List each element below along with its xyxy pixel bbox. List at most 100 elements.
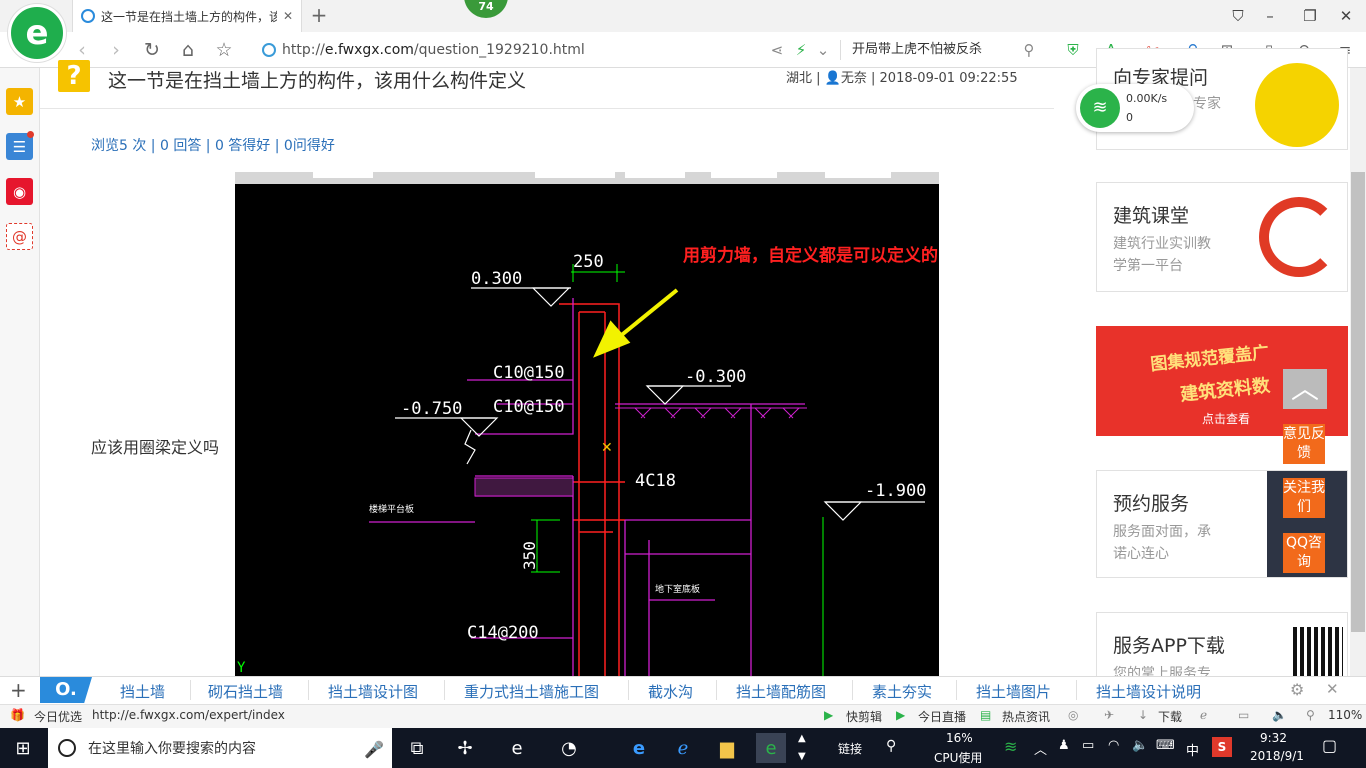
dim-250: 250	[573, 252, 604, 272]
zoom-level[interactable]: 110%	[1328, 708, 1362, 722]
keyword-link[interactable]: 素土夯实	[872, 681, 932, 702]
question-stats[interactable]: 浏览5 次 | 0 回答 | 0 答得好 | 0问得好	[91, 135, 335, 155]
elev-top: 0.300	[471, 269, 522, 289]
keyword-link[interactable]: 挡土墙设计图	[328, 681, 418, 702]
window-icon[interactable]: ▭	[1238, 708, 1249, 722]
keyword-link[interactable]: 挡土墙设计说明	[1096, 681, 1201, 702]
clock-time[interactable]: 9:32	[1260, 731, 1287, 745]
live-link[interactable]: 今日直播	[918, 708, 966, 725]
person-icon[interactable]: ⚲	[886, 738, 896, 754]
refresh-icon[interactable]: ↻	[140, 38, 164, 62]
keyword-link[interactable]: 挡土墙配筋图	[736, 681, 826, 702]
keyword-link[interactable]: 挡土墙图片	[976, 681, 1051, 702]
speed-icon[interactable]: ◎	[1068, 708, 1078, 722]
globe-icon	[262, 43, 276, 57]
ie-taskbar-icon[interactable]: ℯ	[668, 733, 698, 763]
notification-icon[interactable]: ▢	[1322, 736, 1337, 755]
wifi-icon: ≋	[1080, 88, 1120, 128]
qq-button[interactable]: QQ咨询	[1283, 533, 1325, 573]
url-bar[interactable]: http://e.fwxgx.com/question_1929210.html	[262, 38, 762, 62]
region[interactable]: 湖北	[786, 71, 812, 86]
tray-chevron-icon[interactable]: ︿	[1034, 739, 1047, 758]
search-logo-icon[interactable]: O.	[40, 677, 92, 703]
add-icon[interactable]: +	[10, 678, 27, 702]
question-icon: ?	[58, 60, 90, 92]
microphone-icon[interactable]: 🎤	[364, 740, 384, 759]
volume-tray-icon[interactable]: 🔈	[1132, 738, 1148, 753]
edge-icon[interactable]: e	[624, 733, 654, 763]
back-to-top-button[interactable]: ︿	[1283, 369, 1327, 409]
home-icon[interactable]: ⌂	[176, 38, 200, 62]
search-input[interactable]: 开局带上虎不怕被反杀	[852, 38, 1042, 62]
feedback-button[interactable]: 意见反馈	[1283, 424, 1325, 464]
keyword-link[interactable]: 截水沟	[648, 681, 693, 702]
network-icon[interactable]: ◠	[1108, 738, 1119, 753]
banner-button[interactable]: 点击查看	[1202, 410, 1250, 427]
tray-person-icon[interactable]: ♟	[1058, 738, 1070, 753]
windows-start-icon[interactable]: ⊞	[8, 733, 38, 763]
bell-app-icon[interactable]: ◔	[554, 733, 584, 763]
live-icon: ▶	[896, 708, 906, 722]
tab-close-icon[interactable]: ✕	[283, 9, 293, 23]
browser-logo[interactable]: e	[8, 4, 66, 62]
battery-icon[interactable]: ▭	[1082, 738, 1094, 753]
task-view-icon[interactable]: ⧉	[402, 733, 432, 763]
ie-icon[interactable]: ℯ	[1200, 708, 1207, 722]
kuaijian-link[interactable]: 快剪辑	[846, 708, 882, 725]
taskbar-scroll[interactable]: ▲ ▼	[798, 730, 806, 766]
news-link[interactable]: 热点资讯	[1002, 708, 1050, 725]
settings-gear-icon[interactable]: ⚙	[1290, 680, 1304, 699]
taskbar-search[interactable]: 在这里输入你要搜索的内容	[48, 728, 392, 768]
favorite-star-icon[interactable]: ☆	[212, 38, 236, 62]
app-card[interactable]: 服务APP下载 您的掌上服务专	[1096, 612, 1348, 682]
fan-app-icon[interactable]: ✢	[450, 733, 480, 763]
keyword-close-icon[interactable]: ✕	[1326, 680, 1339, 698]
explorer-icon[interactable]: ▆	[712, 733, 742, 763]
shield-icon[interactable]: ⛨	[1062, 38, 1084, 62]
zoom-icon[interactable]: ⚲	[1306, 708, 1315, 722]
question-title: 这一节是在挡土墙上方的构件，该用什么构件定义	[108, 70, 527, 92]
scrollbar-thumb[interactable]	[1351, 172, 1365, 632]
course-card[interactable]: 建筑课堂 建筑行业实训教 学第一平台	[1096, 182, 1348, 292]
email-icon[interactable]: @	[6, 223, 33, 250]
minimize-icon[interactable]: –	[1258, 4, 1282, 28]
keyword-link[interactable]: 砌石挡土墙	[208, 681, 283, 702]
course-title: 建筑课堂	[1113, 205, 1190, 227]
rebar-2: C10@150	[493, 397, 565, 417]
back-icon[interactable]: ‹	[70, 38, 94, 62]
edge-app-icon[interactable]: e	[502, 733, 532, 763]
browser-tab[interactable]: 这一节是在挡土墙上方的构件，该 ✕	[72, 0, 302, 32]
clock-date[interactable]: 2018/9/1	[1250, 749, 1304, 763]
banner-line-1: 图集规范覆盖广	[1149, 342, 1270, 376]
today-picks[interactable]: 今日优选	[34, 708, 82, 725]
new-tab-button[interactable]: +	[308, 4, 330, 26]
wifi-widget[interactable]: ≋ 0.00K/s 0	[1076, 84, 1194, 132]
follow-button[interactable]: 关注我们	[1283, 478, 1325, 518]
wifi-tray-icon[interactable]: ≋	[1004, 737, 1017, 756]
keyword-link[interactable]: 重力式挡土墙施工图	[464, 681, 599, 702]
keyword-link[interactable]: 挡土墙	[120, 681, 165, 702]
author[interactable]: 无奈	[841, 71, 867, 86]
share-icon[interactable]: ⋖	[766, 38, 788, 62]
search-icon[interactable]: ⚲	[1018, 38, 1040, 62]
service-title: 预约服务	[1113, 493, 1190, 515]
gift-icon[interactable]: 🎁	[10, 708, 25, 722]
restore-icon[interactable]: ❐	[1298, 4, 1322, 28]
chevron-down-icon[interactable]: ⌄	[812, 38, 834, 62]
browser-taskbar-icon[interactable]: e	[756, 733, 786, 763]
favorites-star-icon[interactable]: ★	[6, 88, 33, 115]
keyboard-icon[interactable]: ⌨	[1156, 738, 1175, 753]
pin-icon[interactable]: ✈	[1104, 708, 1114, 722]
ime-indicator[interactable]: 中	[1186, 740, 1199, 759]
lightning-icon[interactable]: ⚡	[790, 38, 812, 62]
window-close-icon[interactable]: ✕	[1334, 4, 1358, 28]
download-link[interactable]: 下载	[1158, 708, 1182, 725]
forward-icon[interactable]: ›	[104, 38, 128, 62]
volume-icon[interactable]: 🔈	[1272, 708, 1287, 722]
divider	[308, 680, 309, 700]
weibo-icon[interactable]: ◉	[6, 178, 33, 205]
shirt-icon[interactable]: ⛉	[1226, 4, 1250, 28]
link-label[interactable]: 链接	[838, 740, 862, 757]
sogou-icon[interactable]: S	[1212, 737, 1232, 757]
news-icon: ▤	[980, 708, 992, 722]
